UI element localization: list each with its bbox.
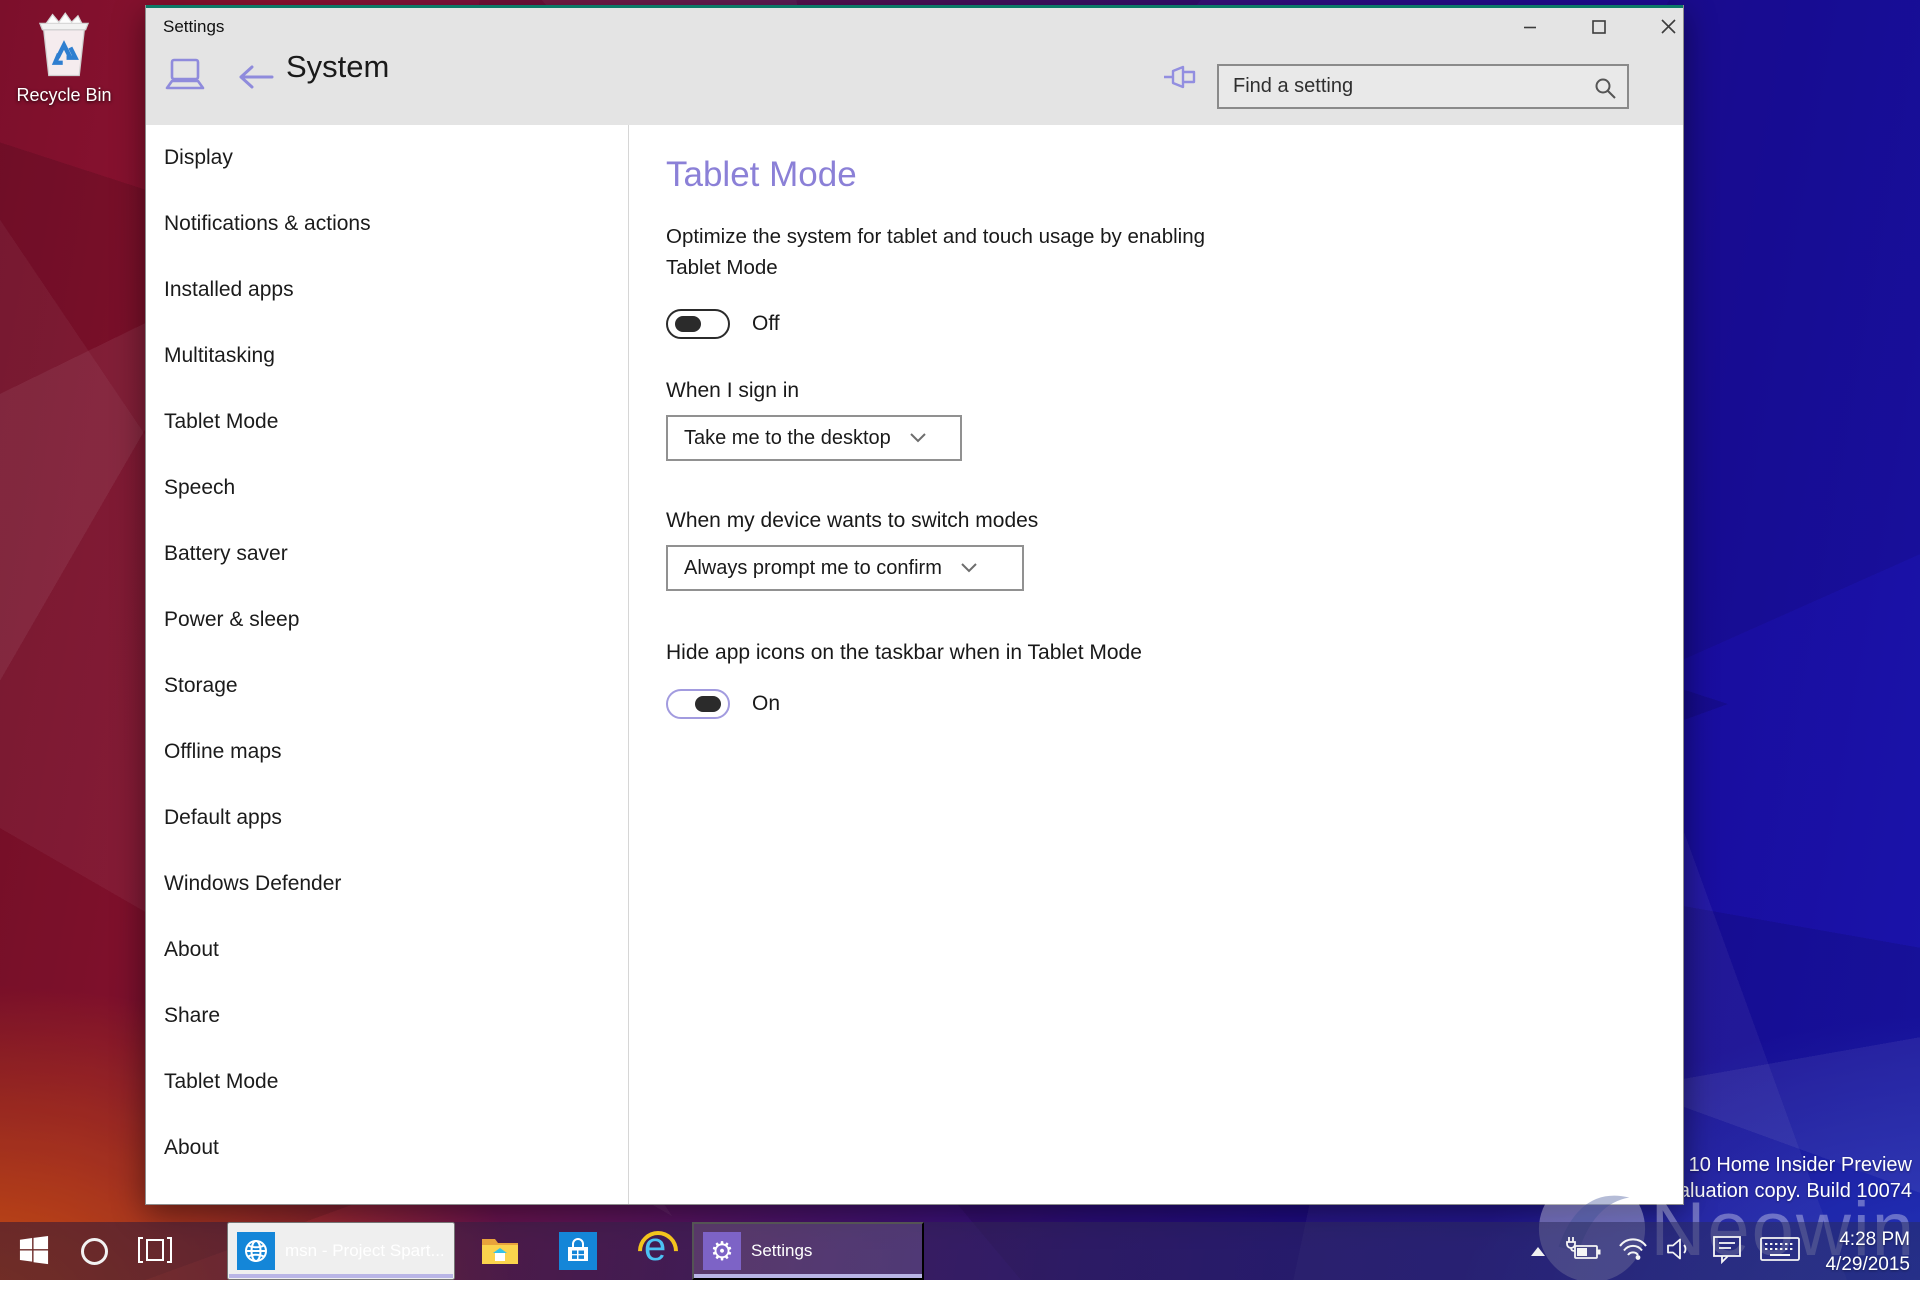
close-icon [1660,18,1677,38]
sidebar-item[interactable]: About [164,917,604,983]
sidebar-item[interactable]: Windows Defender [164,851,604,917]
taskbar: msn - Project Spart... [0,1222,1920,1280]
back-button[interactable] [236,63,276,94]
settings-button-label: Settings [751,1241,812,1261]
window-title: Settings [163,17,224,37]
action-center-tray-button[interactable] [1712,1222,1742,1280]
running-indicator [694,1274,922,1278]
hide-icons-toggle-state: On [752,692,780,716]
sidebar-item[interactable]: Default apps [164,785,604,851]
recycle-bin-label: Recycle Bin [14,85,114,106]
store-button[interactable] [548,1222,608,1280]
file-explorer-button[interactable] [470,1222,530,1280]
running-indicator [229,1274,453,1278]
sidebar-item[interactable]: Offline maps [164,719,604,785]
pin-button[interactable] [1162,63,1198,94]
taskbar-msn-button[interactable]: msn - Project Spart... [227,1222,455,1280]
clock-time: 4:28 PM [1825,1227,1910,1252]
toggle-knob [675,316,701,332]
clock-date: 4/29/2015 [1825,1252,1910,1277]
search-input[interactable] [1219,66,1627,107]
chevron-down-icon [909,427,927,450]
pin-icon [1162,79,1198,94]
task-view-icon [138,1236,172,1267]
sidebar-item[interactable]: Battery saver [164,521,604,587]
settings-gear-icon: ⚙ [703,1232,741,1270]
volume-tray-button[interactable] [1666,1222,1692,1280]
window-body: Display Notifications & actions Installe… [146,125,1683,1204]
tray-overflow-button[interactable] [1520,1222,1556,1280]
action-center-icon [1712,1234,1742,1269]
msn-button-label: msn - Project Spart... [285,1241,445,1261]
sidebar-item[interactable]: Storage [164,653,604,719]
sidebar-item[interactable]: Tablet Mode [164,1049,604,1115]
sidebar-item[interactable]: Multitasking [164,323,604,389]
window-accent-border [146,5,1683,8]
cortana-search-button[interactable] [72,1222,116,1280]
maximize-button[interactable] [1576,11,1622,45]
switch-modes-label: When my device wants to switch modes [666,509,1606,533]
switch-modes-dropdown[interactable]: Always prompt me to confirm [666,545,1024,591]
window-controls [1484,11,1691,45]
chevron-down-icon [960,557,978,580]
task-view-button[interactable] [132,1222,178,1280]
wifi-tray-button[interactable] [1618,1222,1648,1280]
maximize-icon [1591,19,1607,38]
tablet-mode-toggle-state: Off [752,312,780,336]
ie-icon: e [635,1228,681,1274]
search-icon [1593,76,1617,105]
store-icon [559,1232,597,1270]
sign-in-dropdown[interactable]: Take me to the desktop [666,415,962,461]
switch-modes-dropdown-value: Always prompt me to confirm [684,557,942,580]
sidebar-item[interactable]: Power & sleep [164,587,604,653]
sidebar-divider [628,125,629,1204]
tray-chevron-icon [1531,1247,1545,1256]
taskbar-clock[interactable]: 4:28 PM 4/29/2015 [1825,1227,1910,1277]
battery-icon [1566,1235,1602,1268]
sidebar-item[interactable]: Share [164,983,604,1049]
sidebar-item[interactable]: Notifications & actions [164,191,604,257]
tablet-mode-description: Optimize the system for tablet and touch… [666,221,1231,283]
settings-sidebar: Display Notifications & actions Installe… [164,125,604,1181]
sign-in-label: When I sign in [666,379,1606,403]
sidebar-item[interactable]: Installed apps [164,257,604,323]
sidebar-item[interactable]: Speech [164,455,604,521]
page-title: System [286,49,389,85]
hide-icons-label: Hide app icons on the taskbar when in Ta… [666,641,1606,665]
search-box [1217,64,1629,109]
sign-in-dropdown-value: Take me to the desktop [684,427,891,450]
sidebar-item[interactable]: Tablet Mode [164,389,604,455]
keyboard-tray-button[interactable] [1760,1222,1800,1280]
start-button[interactable] [10,1222,58,1280]
settings-window: Settings System [145,5,1684,1205]
toggle-knob [695,696,721,712]
section-heading: Tablet Mode [666,155,1606,195]
internet-explorer-button[interactable]: e [628,1222,688,1280]
start-icon [19,1235,49,1268]
recycle-bin-shortcut[interactable]: Recycle Bin [14,12,114,106]
recycle-bin-icon [32,65,96,82]
minimize-icon [1522,19,1538,38]
globe-icon [237,1232,275,1270]
hide-icons-toggle[interactable] [666,689,730,719]
laptop-icon [164,57,206,98]
volume-icon [1666,1236,1692,1267]
keyboard-icon [1760,1236,1800,1267]
tablet-mode-toggle[interactable] [666,309,730,339]
minimize-button[interactable] [1507,11,1553,45]
sidebar-item[interactable]: Display [164,125,604,191]
cortana-icon [81,1238,108,1265]
close-button[interactable] [1645,11,1691,45]
battery-tray-button[interactable] [1566,1222,1602,1280]
back-arrow-icon [236,79,276,94]
wifi-icon [1618,1236,1648,1267]
taskbar-settings-button[interactable]: ⚙ Settings [692,1222,924,1280]
tablet-mode-pane: Tablet Mode Optimize the system for tabl… [666,125,1606,719]
sidebar-item[interactable]: About [164,1115,604,1181]
file-explorer-icon [480,1234,520,1269]
